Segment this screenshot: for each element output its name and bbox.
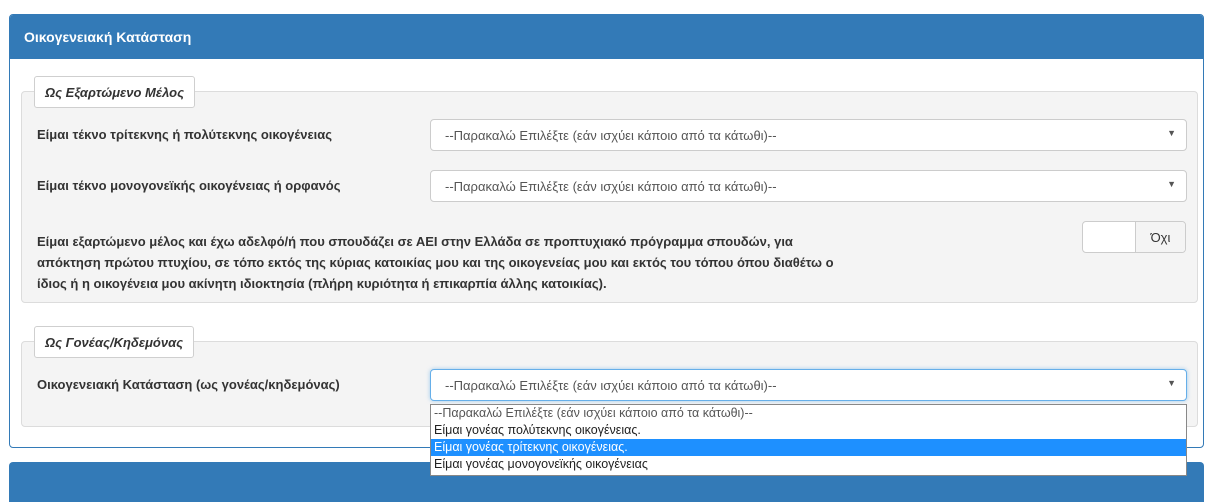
chevron-down-icon: ▼ xyxy=(1167,179,1176,189)
single-parent-child-value: --Παρακαλώ Επιλέξτε (εάν ισχύει κάποιο α… xyxy=(445,178,777,194)
chevron-down-icon: ▼ xyxy=(1167,128,1176,138)
dropdown-option[interactable]: Είμαι γονέας μονογονεϊκής οικογένειας xyxy=(431,456,1186,473)
single-parent-child-label: Είμαι τέκνο μονογονεϊκής οικογένειας ή ο… xyxy=(37,178,341,193)
parent-guardian-legend: Ως Γονέας/Κηδεμόνας xyxy=(34,326,195,358)
panel-title: Οικογενειακή Κατάσταση xyxy=(10,15,1203,59)
toggle-state-label: Όχι xyxy=(1136,222,1185,252)
sibling-student-label-line1: Είμαι εξαρτώμενο μέλος και έχω αδελφό/ή … xyxy=(37,234,793,249)
large-family-child-value: --Παρακαλώ Επιλέξτε (εάν ισχύει κάποιο α… xyxy=(445,127,777,143)
parent-family-status-value: --Παρακαλώ Επιλέξτε (εάν ισχύει κάποιο α… xyxy=(445,377,777,393)
sibling-student-toggle[interactable]: Όχι xyxy=(1082,221,1186,253)
parent-family-status-dropdown-list: --Παρακαλώ Επιλέξτε (εάν ισχύει κάποιο α… xyxy=(430,404,1187,476)
dropdown-option[interactable]: --Παρακαλώ Επιλέξτε (εάν ισχύει κάποιο α… xyxy=(431,405,1186,422)
single-parent-child-select[interactable]: --Παρακαλώ Επιλέξτε (εάν ισχύει κάποιο α… xyxy=(430,170,1187,202)
dropdown-option[interactable]: Είμαι γονέας πολύτεκνης οικογένειας. xyxy=(431,422,1186,439)
dropdown-option-highlighted[interactable]: Είμαι γονέας τρίτεκνης οικογένειας. xyxy=(431,439,1186,456)
sibling-student-label-line3: ίδιος ή η οικογένεια μου ακίνητη ιδιοκτη… xyxy=(37,276,607,291)
large-family-child-select[interactable]: --Παρακαλώ Επιλέξτε (εάν ισχύει κάποιο α… xyxy=(430,119,1187,151)
dependent-member-legend: Ως Εξαρτώμενο Μέλος xyxy=(34,76,196,108)
chevron-down-icon: ▼ xyxy=(1167,378,1176,388)
toggle-knob xyxy=(1083,222,1136,252)
parent-family-status-select[interactable]: --Παρακαλώ Επιλέξτε (εάν ισχύει κάποιο α… xyxy=(430,369,1187,401)
large-family-child-label: Είμαι τέκνο τρίτεκνης ή πολύτεκνης οικογ… xyxy=(37,127,332,142)
sibling-student-label-line2: απόκτηση πρώτου πτυχίου, σε τόπο εκτός τ… xyxy=(37,255,834,270)
parent-family-status-label: Οικογενειακή Κατάσταση (ως γονέας/κηδεμό… xyxy=(37,377,340,392)
